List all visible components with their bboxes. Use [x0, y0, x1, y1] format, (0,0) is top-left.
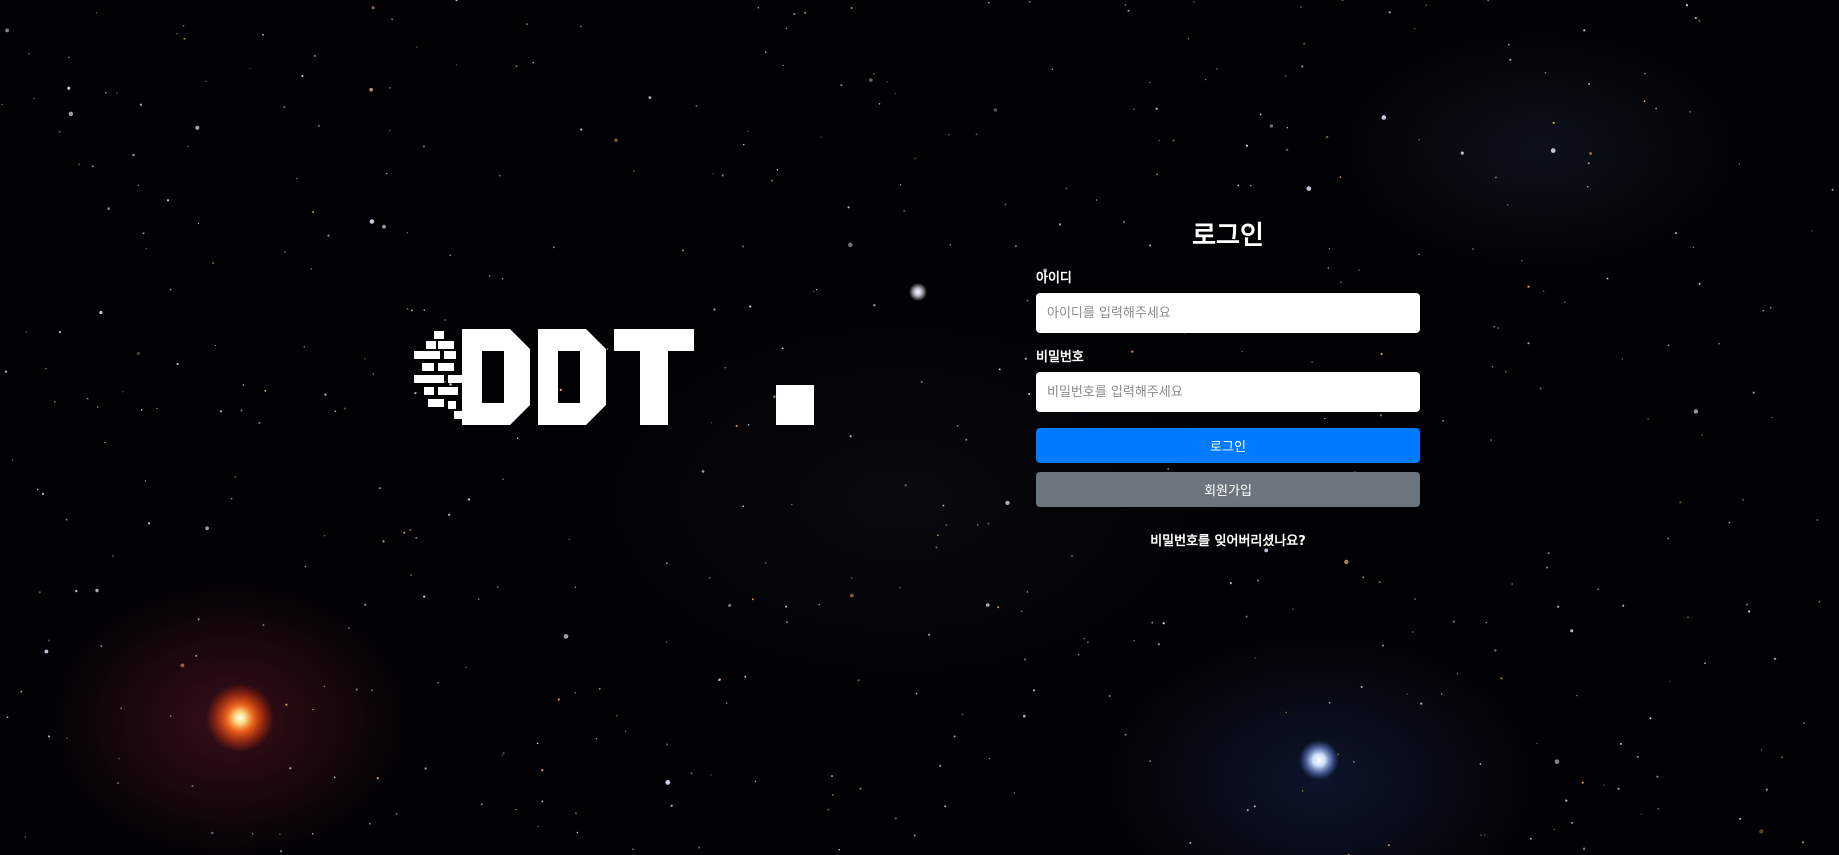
- starfield-background: [0, 0, 1839, 855]
- login-button[interactable]: 로그인: [1036, 428, 1420, 463]
- dot-logo: [414, 329, 814, 425]
- id-label: 아이디: [1036, 271, 1072, 286]
- login-title: 로그인: [1192, 221, 1264, 251]
- login-form: 로그인 아이디 비밀번호 로그인 회원가입 비밀번호를 잊어버리셨나요?: [1036, 216, 1420, 551]
- id-input[interactable]: [1036, 293, 1420, 333]
- red-star-glow: [206, 684, 274, 752]
- signup-button[interactable]: 회원가입: [1036, 472, 1420, 507]
- password-field-group: 비밀번호: [1036, 349, 1420, 412]
- forgot-password-link[interactable]: 비밀번호를 잊어버리셨나요?: [1036, 533, 1420, 551]
- white-star-glow: [909, 283, 927, 301]
- stars-decoration: [1, 0, 1834, 855]
- password-input[interactable]: [1036, 372, 1420, 412]
- password-label: 비밀번호: [1036, 350, 1084, 365]
- id-field-group: 아이디: [1036, 270, 1420, 333]
- blue-star-glow: [1299, 740, 1339, 780]
